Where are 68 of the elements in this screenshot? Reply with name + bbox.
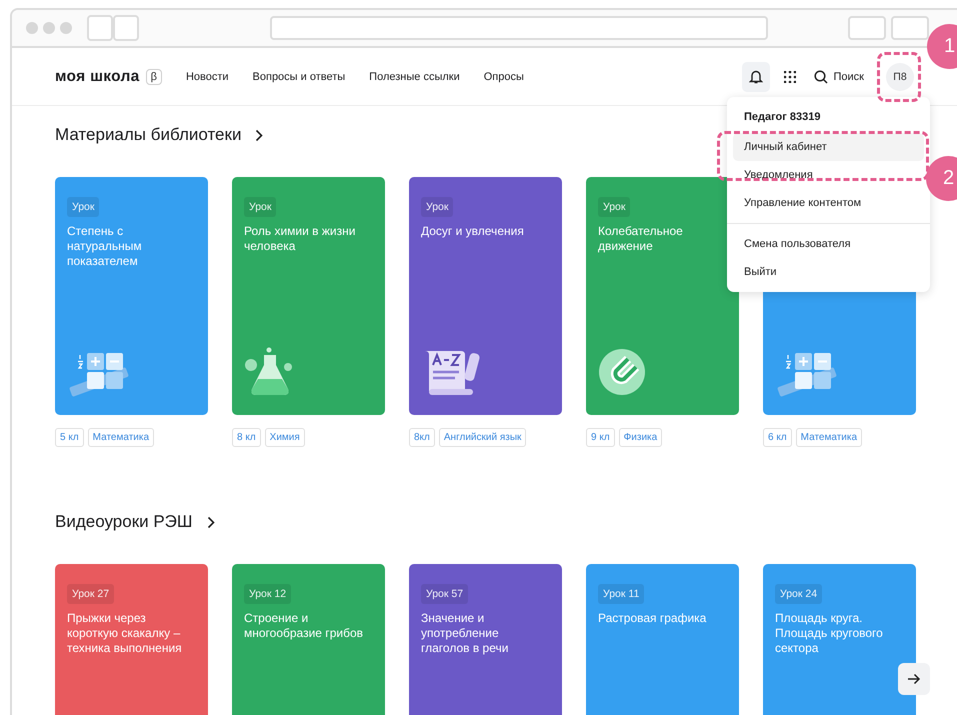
avatar[interactable]: П8 <box>886 62 914 90</box>
tag[interactable]: Английский язык <box>438 428 526 447</box>
lesson-card[interactable]: Урок Степень с натуральным показателем <box>55 177 208 415</box>
logo[interactable]: моя школа <box>55 68 140 86</box>
lesson-card[interactable]: Урок Роль химии в жизни человека <box>232 177 385 415</box>
step-number: 2 <box>926 156 957 201</box>
lesson-title: Степень с натуральным показателем <box>67 224 143 269</box>
lesson-badge: Урок <box>421 197 454 217</box>
next-button[interactable] <box>898 663 930 695</box>
lesson-badge: Урок 12 <box>244 584 292 604</box>
lesson-badge: Урок <box>244 197 276 217</box>
lesson-card[interactable]: Урок Колебательное движение <box>586 177 739 415</box>
lesson-title: Растровая графика <box>598 611 708 626</box>
lesson-badge: Урок 27 <box>67 584 114 604</box>
lesson-title: Колебательное движение <box>598 224 684 254</box>
lesson-badge: Урок <box>598 197 630 217</box>
tag[interactable]: Химия <box>264 428 305 447</box>
section-title[interactable]: Видеоуроки РЭШ <box>55 512 192 532</box>
search-button[interactable]: Поиск <box>814 70 864 84</box>
window-control-dot[interactable] <box>60 22 72 34</box>
bell-button[interactable] <box>742 62 770 92</box>
lesson-card[interactable]: Урок Досуг и увлечения <box>409 177 562 415</box>
tag[interactable]: 8кл <box>409 428 435 447</box>
tag[interactable]: Математика <box>796 428 862 447</box>
nav-link[interactable]: Полезные ссылки <box>369 70 460 82</box>
lesson-badge: Урок 24 <box>775 584 822 604</box>
lesson-card[interactable]: Урок 12 Строение и многообразие грибов <box>232 564 385 715</box>
lesson-badge: Урок 11 <box>598 584 644 604</box>
nav-link[interactable]: Опросы <box>484 70 524 82</box>
tag[interactable]: 8 кл <box>232 428 261 447</box>
highlight-frame <box>877 52 921 102</box>
chevron-right-icon[interactable] <box>255 128 264 142</box>
apps-grid-icon[interactable] <box>784 70 796 82</box>
bell-icon <box>748 69 763 84</box>
lesson-card[interactable]: Урок 27 Прыжки через короткую скакалку – техника выполнения <box>55 564 208 715</box>
lesson-card[interactable]: Урок 57 Значение и употребление глаголов в речи <box>409 564 562 715</box>
tag[interactable]: 9 кл <box>586 428 615 447</box>
chevron-right-icon[interactable] <box>206 516 214 528</box>
tag[interactable]: Физика <box>618 428 662 447</box>
beta-badge: β <box>146 68 162 84</box>
arrow-right-icon <box>907 673 921 685</box>
lesson-title: Строение и многообразие грибов <box>244 611 364 641</box>
toolbar-button[interactable] <box>891 16 929 40</box>
lesson-title: Площадь круга. Площадь кругового сектора <box>775 611 884 656</box>
address-bar[interactable] <box>270 16 768 40</box>
menu-item[interactable]: Личный кабинет <box>733 133 924 161</box>
step-number: 1 <box>927 24 957 69</box>
nav-link[interactable]: Вопросы и ответы <box>252 70 346 82</box>
section-title[interactable]: Материалы библиотеки <box>55 125 242 145</box>
tag[interactable]: 5 кл <box>55 428 84 447</box>
search-icon <box>814 70 828 84</box>
nav-link[interactable]: Новости <box>186 70 229 82</box>
user-name: Педагог 83319 <box>743 110 822 125</box>
lesson-badge: Урок <box>67 197 100 217</box>
lesson-card[interactable]: Урок 11 Растровая графика <box>586 564 739 715</box>
lesson-title: Роль химии в жизни человека <box>244 224 356 254</box>
toolbar-button[interactable] <box>113 15 139 41</box>
lesson-card[interactable]: Урок 24 Площадь круга. Площадь кругового сектора <box>763 564 916 715</box>
lesson-badge: Урок 57 <box>421 584 468 604</box>
window-control-dot[interactable] <box>43 22 55 34</box>
window-control-dot[interactable] <box>26 22 38 34</box>
lesson-title: Досуг и увлечения <box>421 224 525 239</box>
toolbar-button[interactable] <box>848 16 886 40</box>
lesson-title: Прыжки через короткую скакалку – техника выполнения <box>67 611 183 656</box>
lesson-title: Значение и употребление глаголов в речи <box>421 611 510 656</box>
tag[interactable]: 6 кл <box>763 428 792 447</box>
toolbar-button[interactable] <box>87 15 113 41</box>
tag[interactable]: Математика <box>88 428 154 447</box>
